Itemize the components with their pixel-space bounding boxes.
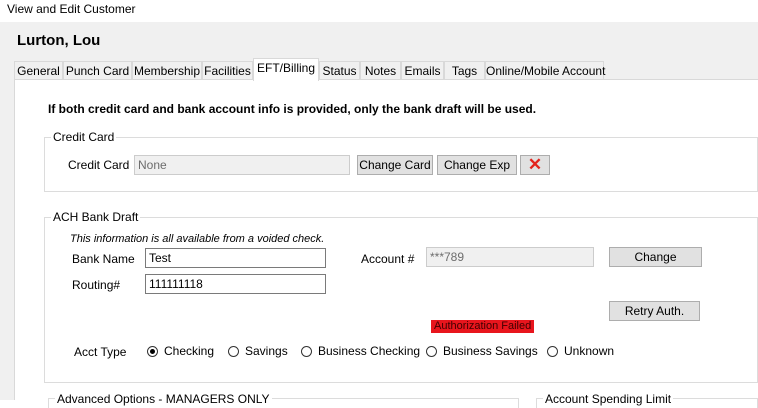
acct-type-business-savings-radio[interactable]: Business Savings [426,344,538,358]
tab-tags[interactable]: Tags [444,61,485,79]
delete-x-icon: ✕ [527,155,543,174]
window-title: View and Edit Customer [7,2,136,16]
radio-unchecked-icon [228,345,239,357]
tab-facilities[interactable]: Facilities [202,61,253,79]
radio-label: Unknown [564,344,615,358]
routing-label: Routing# [72,278,121,292]
credit-card-group: Credit Card Credit Card None Change Card… [44,130,758,192]
acct-type-savings-radio[interactable]: Savings [228,344,288,358]
bank-name-label: Bank Name [72,252,135,266]
ach-group-title: ACH Bank Draft [51,210,141,224]
acct-type-checking-radio[interactable]: Checking [147,344,214,358]
eft-billing-panel: If both credit card and bank account inf… [14,79,758,408]
tab-punch-card[interactable]: Punch Card [63,61,132,79]
account-number-label: Account # [361,252,415,266]
radio-unchecked-icon [301,345,312,357]
ach-info-text: This information is all available from a… [70,233,325,245]
spending-limit-title: Account Spending Limit [543,392,674,406]
tab-online-mobile-account[interactable]: Online/Mobile Account [485,61,605,79]
radio-unchecked-icon [426,345,437,357]
radio-label: Checking [164,344,215,358]
radio-unchecked-icon [547,345,558,357]
change-card-button[interactable]: Change Card [357,155,433,175]
tab-notes[interactable]: Notes [360,61,401,79]
tab-membership[interactable]: Membership [132,61,202,79]
bank-draft-notice: If both credit card and bank account inf… [48,102,537,116]
radio-label: Business Checking [318,344,421,358]
credit-card-group-title: Credit Card [51,130,117,144]
retry-auth-button[interactable]: Retry Auth. [609,301,700,321]
tab-emails[interactable]: Emails [401,61,444,79]
radio-label: Business Savings [443,344,538,358]
credit-card-field[interactable]: None [134,155,350,175]
routing-input[interactable]: 111111118 [145,274,326,294]
change-account-button[interactable]: Change [609,247,702,267]
tab-eft-billing[interactable]: EFT/Billing [253,58,319,81]
delete-card-button[interactable]: ✕ [520,155,550,175]
authorization-status-badge: Authorization Failed [431,320,535,333]
acct-type-business-checking-radio[interactable]: Business Checking [301,344,420,358]
account-number-field[interactable]: ***789 [426,247,594,267]
acct-type-label: Acct Type [74,345,127,359]
radio-checked-icon [147,345,158,357]
customer-name: Lurton, Lou [17,32,101,49]
window-titlebar: View and Edit Customer [0,0,758,22]
tab-status[interactable]: Status [319,61,360,79]
advanced-options-title: Advanced Options - MANAGERS ONLY [55,392,272,406]
tab-general[interactable]: General [14,61,63,79]
window-content: Lurton, Lou General Punch Card Membershi… [0,22,758,408]
credit-card-label: Credit Card [68,158,130,172]
acct-type-unknown-radio[interactable]: Unknown [547,344,614,358]
bank-name-input[interactable]: Test [145,248,326,268]
change-exp-button[interactable]: Change Exp [437,155,517,175]
radio-label: Savings [245,344,288,358]
